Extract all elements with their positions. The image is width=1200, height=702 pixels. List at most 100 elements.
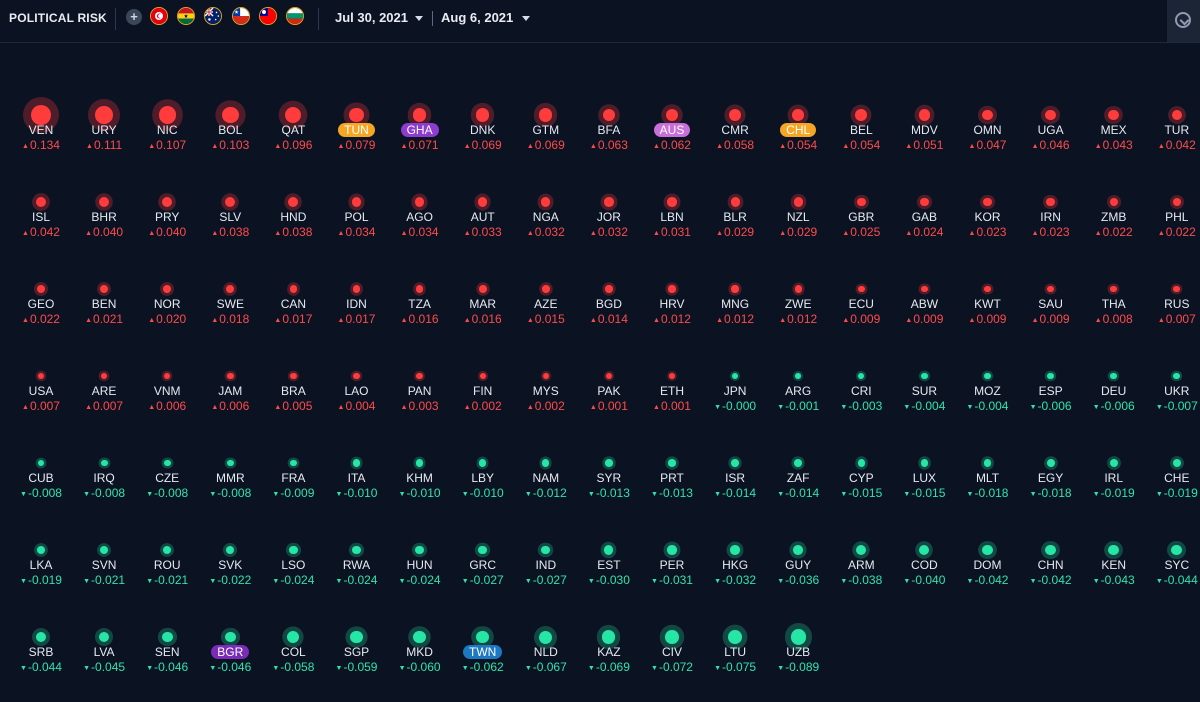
country-cell-sur[interactable]: SUR ▼-0.004 — [893, 361, 955, 441]
country-cell-abw[interactable]: ABW ▲0.009 — [893, 274, 955, 354]
country-cell-nga[interactable]: NGA ▲0.032 — [515, 187, 577, 267]
country-cell-uzb[interactable]: UZB ▼-0.089 — [767, 622, 829, 702]
country-cell-rus[interactable]: RUS ▲0.007 — [1146, 274, 1200, 354]
country-cell-guy[interactable]: GUY ▼-0.036 — [767, 535, 829, 615]
country-cell-pry[interactable]: PRY ▲0.040 — [136, 187, 198, 267]
country-cell-kwt[interactable]: KWT ▲0.009 — [957, 274, 1019, 354]
country-cell-cri[interactable]: CRI ▼-0.003 — [830, 361, 892, 441]
country-cell-omn[interactable]: OMN ▲0.047 — [957, 100, 1019, 180]
country-cell-bfa[interactable]: BFA ▲0.063 — [578, 100, 640, 180]
country-cell-syc[interactable]: SYC ▼-0.044 — [1146, 535, 1200, 615]
country-cell-bol[interactable]: BOL ▲0.103 — [199, 100, 261, 180]
date-to-select[interactable]: Aug 6, 2021 — [441, 10, 513, 25]
country-cell-gha[interactable]: GHA ▲0.071 — [389, 100, 451, 180]
country-cell-ind[interactable]: IND ▼-0.027 — [515, 535, 577, 615]
country-cell-can[interactable]: CAN ▲0.017 — [262, 274, 324, 354]
country-cell-pak[interactable]: PAK ▲0.001 — [578, 361, 640, 441]
country-cell-zwe[interactable]: ZWE ▲0.012 — [767, 274, 829, 354]
flag-tun-icon[interactable] — [150, 7, 168, 25]
country-cell-zmb[interactable]: ZMB ▲0.022 — [1083, 187, 1145, 267]
country-cell-egy[interactable]: EGY ▼-0.018 — [1020, 448, 1082, 528]
flag-chl-icon[interactable] — [232, 7, 250, 25]
country-cell-ago[interactable]: AGO ▲0.034 — [389, 187, 451, 267]
country-cell-gbr[interactable]: GBR ▲0.025 — [830, 187, 892, 267]
country-cell-ken[interactable]: KEN ▼-0.043 — [1083, 535, 1145, 615]
country-cell-jor[interactable]: JOR ▲0.032 — [578, 187, 640, 267]
country-cell-cub[interactable]: CUB ▼-0.008 — [10, 448, 72, 528]
chevron-down-icon[interactable] — [522, 16, 530, 21]
country-cell-hrv[interactable]: HRV ▲0.012 — [641, 274, 703, 354]
country-cell-fin[interactable]: FIN ▲0.002 — [452, 361, 514, 441]
country-cell-aut[interactable]: AUT ▲0.033 — [452, 187, 514, 267]
country-cell-dom[interactable]: DOM ▼-0.042 — [957, 535, 1019, 615]
date-from-select[interactable]: Jul 30, 2021 — [335, 10, 408, 25]
country-cell-geo[interactable]: GEO ▲0.022 — [10, 274, 72, 354]
country-cell-esp[interactable]: ESP ▼-0.006 — [1020, 361, 1082, 441]
country-cell-cze[interactable]: CZE ▼-0.008 — [136, 448, 198, 528]
country-cell-ben[interactable]: BEN ▲0.021 — [73, 274, 135, 354]
country-cell-nzl[interactable]: NZL ▲0.029 — [767, 187, 829, 267]
country-cell-lux[interactable]: LUX ▼-0.015 — [893, 448, 955, 528]
country-cell-hkg[interactable]: HKG ▼-0.032 — [704, 535, 766, 615]
country-cell-civ[interactable]: CIV ▼-0.072 — [641, 622, 703, 702]
country-cell-eth[interactable]: ETH ▲0.001 — [641, 361, 703, 441]
country-cell-pan[interactable]: PAN ▲0.003 — [389, 361, 451, 441]
country-cell-gab[interactable]: GAB ▲0.024 — [893, 187, 955, 267]
country-cell-mng[interactable]: MNG ▲0.012 — [704, 274, 766, 354]
country-cell-bel[interactable]: BEL ▲0.054 — [830, 100, 892, 180]
country-cell-sen[interactable]: SEN ▼-0.046 — [136, 622, 198, 702]
country-cell-ltu[interactable]: LTU ▼-0.075 — [704, 622, 766, 702]
country-cell-nld[interactable]: NLD ▼-0.067 — [515, 622, 577, 702]
country-cell-lva[interactable]: LVA ▼-0.045 — [73, 622, 135, 702]
country-cell-moz[interactable]: MOZ ▼-0.004 — [957, 361, 1019, 441]
country-cell-arg[interactable]: ARG ▼-0.001 — [767, 361, 829, 441]
country-cell-uga[interactable]: UGA ▲0.046 — [1020, 100, 1082, 180]
country-cell-twn[interactable]: TWN ▼-0.062 — [452, 622, 514, 702]
country-cell-sau[interactable]: SAU ▲0.009 — [1020, 274, 1082, 354]
country-cell-kaz[interactable]: KAZ ▼-0.069 — [578, 622, 640, 702]
country-cell-che[interactable]: CHE ▼-0.019 — [1146, 448, 1200, 528]
country-cell-ury[interactable]: URY ▲0.111 — [73, 100, 135, 180]
country-cell-gtm[interactable]: GTM ▲0.069 — [515, 100, 577, 180]
country-cell-bgd[interactable]: BGD ▲0.014 — [578, 274, 640, 354]
country-cell-pol[interactable]: POL ▲0.034 — [326, 187, 388, 267]
country-cell-lbn[interactable]: LBN ▲0.031 — [641, 187, 703, 267]
country-cell-svk[interactable]: SVK ▼-0.022 — [199, 535, 261, 615]
country-cell-qat[interactable]: QAT ▲0.096 — [262, 100, 324, 180]
country-cell-svn[interactable]: SVN ▼-0.021 — [73, 535, 135, 615]
country-cell-tur[interactable]: TUR ▲0.042 — [1146, 100, 1200, 180]
country-cell-sgp[interactable]: SGP ▼-0.059 — [326, 622, 388, 702]
country-cell-lka[interactable]: LKA ▼-0.019 — [10, 535, 72, 615]
flag-gha-icon[interactable] — [177, 7, 195, 25]
plus-icon[interactable]: + — [126, 9, 142, 25]
country-cell-mlt[interactable]: MLT ▼-0.018 — [957, 448, 1019, 528]
country-cell-ita[interactable]: ITA ▼-0.010 — [326, 448, 388, 528]
country-cell-bgr[interactable]: BGR ▼-0.046 — [199, 622, 261, 702]
country-cell-are[interactable]: ARE ▲0.007 — [73, 361, 135, 441]
country-cell-lso[interactable]: LSO ▼-0.024 — [262, 535, 324, 615]
country-cell-mys[interactable]: MYS ▲0.002 — [515, 361, 577, 441]
country-cell-kor[interactable]: KOR ▲0.023 — [957, 187, 1019, 267]
country-cell-isr[interactable]: ISR ▼-0.014 — [704, 448, 766, 528]
country-cell-ven[interactable]: VEN ▲0.134 — [10, 100, 72, 180]
country-cell-jpn[interactable]: JPN ▼-0.000 — [704, 361, 766, 441]
country-cell-cod[interactable]: COD ▼-0.040 — [893, 535, 955, 615]
country-cell-rwa[interactable]: RWA ▼-0.024 — [326, 535, 388, 615]
country-cell-aze[interactable]: AZE ▲0.015 — [515, 274, 577, 354]
country-cell-tha[interactable]: THA ▲0.008 — [1083, 274, 1145, 354]
flag-bgr-icon[interactable] — [286, 7, 304, 25]
country-cell-khm[interactable]: KHM ▼-0.010 — [389, 448, 451, 528]
country-cell-bhr[interactable]: BHR ▲0.040 — [73, 187, 135, 267]
country-cell-chl[interactable]: CHL ▲0.054 — [767, 100, 829, 180]
country-cell-grc[interactable]: GRC ▼-0.027 — [452, 535, 514, 615]
country-cell-arm[interactable]: ARM ▼-0.038 — [830, 535, 892, 615]
country-cell-rou[interactable]: ROU ▼-0.021 — [136, 535, 198, 615]
country-cell-hnd[interactable]: HND ▲0.038 — [262, 187, 324, 267]
country-cell-tun[interactable]: TUN ▲0.079 — [326, 100, 388, 180]
country-cell-mar[interactable]: MAR ▲0.016 — [452, 274, 514, 354]
country-cell-mdv[interactable]: MDV ▲0.051 — [893, 100, 955, 180]
country-cell-prt[interactable]: PRT ▼-0.013 — [641, 448, 703, 528]
country-cell-isl[interactable]: ISL ▲0.042 — [10, 187, 72, 267]
country-cell-idn[interactable]: IDN ▲0.017 — [326, 274, 388, 354]
country-cell-nam[interactable]: NAM ▼-0.012 — [515, 448, 577, 528]
